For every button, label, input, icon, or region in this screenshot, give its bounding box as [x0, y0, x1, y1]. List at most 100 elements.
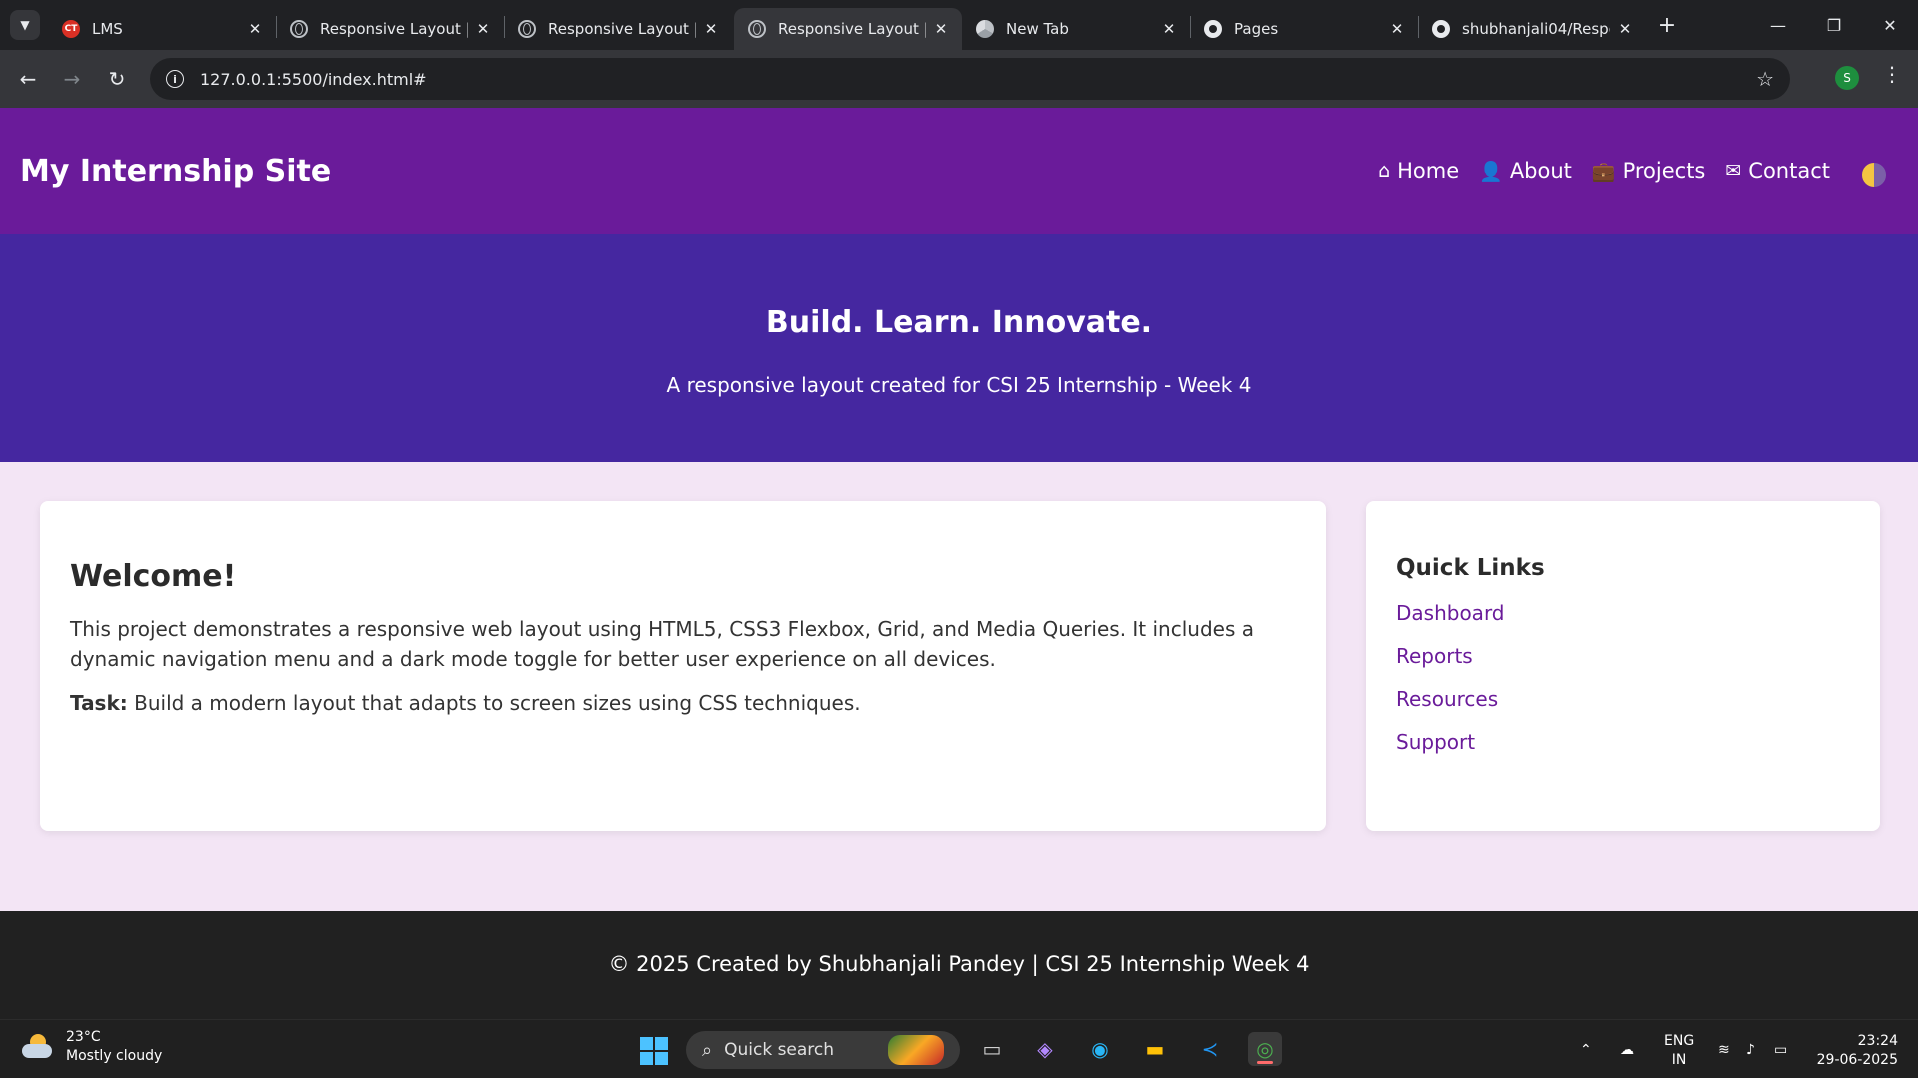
nav-projects[interactable]: 💼 Projects: [1592, 159, 1705, 183]
clock-time: 23:24: [1857, 1033, 1898, 1049]
plus-icon: +: [1657, 12, 1677, 38]
welcome-heading: Welcome!: [70, 559, 237, 594]
github-icon: [1204, 20, 1222, 38]
browser-tab-strip: ▼ CT LMS ✕ Responsive Layout | C ✕ Respo…: [0, 0, 1918, 50]
restore-icon: ❐: [1826, 15, 1842, 35]
nav-about[interactable]: 👤 About: [1479, 159, 1572, 183]
tab-label: Responsive Layout | C: [778, 20, 926, 38]
envelope-icon: ✉: [1725, 160, 1742, 182]
url-text[interactable]: 127.0.0.1:5500/index.html#: [200, 70, 1756, 89]
chrome-taskbar-icon[interactable]: ◎: [1248, 1032, 1282, 1066]
briefcase-icon: 💼: [1591, 160, 1616, 183]
tab-responsive-layout-2[interactable]: Responsive Layout | C ✕: [504, 8, 732, 50]
list-item: Dashboard: [1396, 601, 1850, 625]
new-tab-button[interactable]: +: [1652, 10, 1682, 40]
intro-paragraph: This project demonstrates a responsive w…: [70, 617, 1254, 671]
wifi-icon[interactable]: ≋: [1718, 1020, 1730, 1078]
close-icon[interactable]: ✕: [702, 20, 720, 38]
site-footer: © 2025 Created by Shubhanjali Pandey | C…: [0, 911, 1918, 1019]
show-hidden-icons-icon[interactable]: ⌃: [1580, 1020, 1592, 1078]
battery-icon[interactable]: ▭: [1774, 1020, 1787, 1078]
nav-home[interactable]: ⌂ Home: [1378, 159, 1459, 183]
vscode-icon[interactable]: ≺: [1193, 1032, 1227, 1066]
tab-label: New Tab: [1006, 20, 1069, 38]
close-icon: ✕: [1883, 15, 1897, 35]
main-nav: ⌂ Home 👤 About 💼 Projects ✉ Contact: [1378, 159, 1830, 183]
tab-responsive-layout-1[interactable]: Responsive Layout | C ✕: [276, 8, 504, 50]
link-support[interactable]: Support: [1396, 730, 1475, 754]
globe-icon: [518, 20, 536, 38]
hero-section: Build. Learn. Innovate. A responsive lay…: [0, 234, 1918, 462]
lang-region: IN: [1671, 1052, 1687, 1068]
volume-icon[interactable]: ♪: [1746, 1020, 1755, 1078]
system-clock[interactable]: 23:24 29-06-2025: [1812, 1032, 1898, 1070]
close-icon[interactable]: ✕: [246, 20, 264, 38]
task-text: Build a modern layout that adapts to scr…: [127, 691, 861, 715]
link-reports[interactable]: Reports: [1396, 644, 1473, 668]
tab-github-repo[interactable]: shubhanjali04/Respo ✕: [1418, 8, 1646, 50]
more-menu-icon[interactable]: ⋮: [1880, 62, 1904, 86]
reload-icon: ↻: [108, 67, 126, 91]
task-paragraph: Task: Build a modern layout that adapts …: [70, 688, 1296, 718]
tab-label: Responsive Layout | C: [320, 20, 468, 38]
minimize-icon: —: [1770, 15, 1786, 35]
back-button[interactable]: ←: [12, 63, 44, 95]
tab-responsive-layout-active[interactable]: Responsive Layout | C ✕: [734, 8, 962, 50]
weather-desc: Mostly cloudy: [66, 1048, 163, 1064]
dark-mode-toggle-icon[interactable]: [1862, 163, 1886, 187]
edge-icon[interactable]: ◉: [1083, 1032, 1117, 1066]
reload-button[interactable]: ↻: [101, 63, 133, 95]
arrow-right-icon: →: [63, 67, 81, 91]
site-brand[interactable]: My Internship Site: [20, 154, 331, 189]
list-item: Resources: [1396, 687, 1850, 711]
lang-code: ENG: [1664, 1033, 1695, 1049]
onedrive-icon[interactable]: ☁: [1620, 1020, 1634, 1078]
tab-label: Pages: [1234, 20, 1279, 38]
task-label: Task:: [70, 691, 128, 715]
nav-label: Contact: [1748, 159, 1830, 183]
browser-toolbar: ← → ↻ i 127.0.0.1:5500/index.html# ☆: [0, 50, 1918, 108]
footer-text: © 2025 Created by Shubhanjali Pandey | C…: [608, 952, 1310, 976]
windows-taskbar: 23°C Mostly cloudy ⌕ Quick search ▭ ◈ ◉ …: [0, 1019, 1918, 1078]
minimize-button[interactable]: —: [1750, 0, 1806, 50]
star-icon[interactable]: ☆: [1756, 67, 1774, 91]
nav-label: Projects: [1622, 159, 1706, 183]
tab-label: Responsive Layout | C: [548, 20, 696, 38]
restore-button[interactable]: ❐: [1806, 0, 1862, 50]
close-icon[interactable]: ✕: [474, 20, 492, 38]
tab-lms[interactable]: CT LMS ✕: [48, 8, 276, 50]
tab-pages[interactable]: Pages ✕: [1190, 8, 1418, 50]
address-bar[interactable]: i 127.0.0.1:5500/index.html# ☆: [150, 58, 1790, 100]
windows-start-icon[interactable]: [640, 1037, 668, 1065]
close-window-button[interactable]: ✕: [1862, 0, 1918, 50]
link-resources[interactable]: Resources: [1396, 687, 1498, 711]
main-content-card: Welcome! This project demonstrates a res…: [40, 501, 1326, 831]
info-icon[interactable]: i: [166, 70, 184, 88]
nav-contact[interactable]: ✉ Contact: [1725, 159, 1830, 183]
tab-search-button[interactable]: ▼: [10, 10, 40, 40]
list-item: Support: [1396, 730, 1850, 754]
close-icon[interactable]: ✕: [1388, 20, 1406, 38]
tab-new-tab[interactable]: New Tab ✕: [962, 8, 1190, 50]
hero-subtitle: A responsive layout created for CSI 25 I…: [666, 373, 1252, 397]
task-view-icon[interactable]: ▭: [975, 1032, 1009, 1066]
language-indicator[interactable]: ENG IN: [1664, 1032, 1694, 1070]
nav-label: About: [1509, 159, 1572, 183]
user-icon: 👤: [1479, 160, 1503, 183]
copilot-icon[interactable]: ◈: [1028, 1032, 1062, 1066]
link-dashboard[interactable]: Dashboard: [1396, 601, 1505, 625]
forward-button[interactable]: →: [56, 63, 88, 95]
arrow-left-icon: ←: [19, 67, 37, 91]
close-icon[interactable]: ✕: [1616, 20, 1634, 38]
quick-links-list: Dashboard Reports Resources Support: [1396, 601, 1850, 754]
close-icon[interactable]: ✕: [1160, 20, 1178, 38]
quick-links-card: Quick Links Dashboard Reports Resources …: [1366, 501, 1880, 831]
weather-widget[interactable]: 23°C Mostly cloudy: [20, 1028, 162, 1066]
search-placeholder: Quick search: [724, 1040, 835, 1060]
close-icon[interactable]: ✕: [932, 20, 950, 38]
profile-avatar[interactable]: S: [1835, 66, 1859, 90]
search-highlight-art-icon: [888, 1035, 944, 1065]
file-explorer-icon[interactable]: ▬: [1138, 1032, 1172, 1066]
site-header: My Internship Site ⌂ Home 👤 About 💼 Proj…: [0, 108, 1918, 234]
taskbar-search[interactable]: ⌕ Quick search: [686, 1031, 960, 1069]
